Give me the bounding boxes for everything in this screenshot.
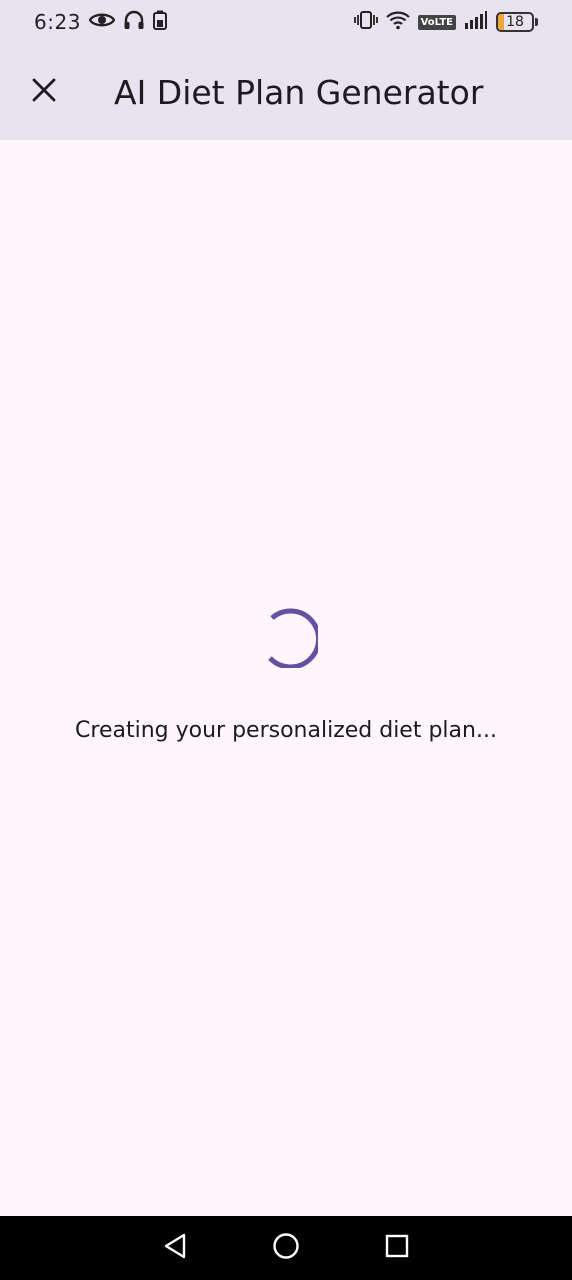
close-button[interactable] xyxy=(16,64,72,120)
screen: 6:23 VoLTE 18 AI Diet Plan Generator Cre… xyxy=(0,0,572,1280)
home-icon xyxy=(272,1232,300,1265)
battery-level: 18 xyxy=(506,14,524,30)
volte-badge: VoLTE xyxy=(417,14,456,30)
status-bar: 6:23 VoLTE 18 xyxy=(0,0,572,44)
app-bar: AI Diet Plan Generator xyxy=(0,44,572,140)
battery-saver-icon xyxy=(152,10,167,35)
battery-tip xyxy=(535,18,538,26)
status-time: 6:23 xyxy=(34,10,81,34)
wifi-icon xyxy=(385,10,410,35)
loading-content: Creating your personalized diet plan... xyxy=(0,140,572,1216)
status-left: 6:23 xyxy=(34,10,167,35)
nav-recents-button[interactable] xyxy=(377,1228,417,1268)
signal-icon xyxy=(464,10,488,35)
loading-message: Creating your personalized diet plan... xyxy=(75,718,497,743)
battery-icon: 18 xyxy=(496,12,538,32)
eye-icon xyxy=(88,11,116,34)
battery-fill xyxy=(498,14,505,30)
status-right: VoLTE 18 xyxy=(353,10,538,35)
system-nav-bar xyxy=(0,1216,572,1280)
battery-body: 18 xyxy=(496,12,534,32)
vibrate-icon xyxy=(353,10,378,35)
close-icon xyxy=(31,77,57,108)
nav-home-button[interactable] xyxy=(266,1228,306,1268)
recents-icon xyxy=(384,1233,410,1264)
page-title: AI Diet Plan Generator xyxy=(114,72,484,112)
loading-spinner xyxy=(254,604,322,670)
nav-back-button[interactable] xyxy=(155,1228,195,1268)
headphones-icon xyxy=(123,10,145,35)
back-icon xyxy=(162,1232,188,1265)
